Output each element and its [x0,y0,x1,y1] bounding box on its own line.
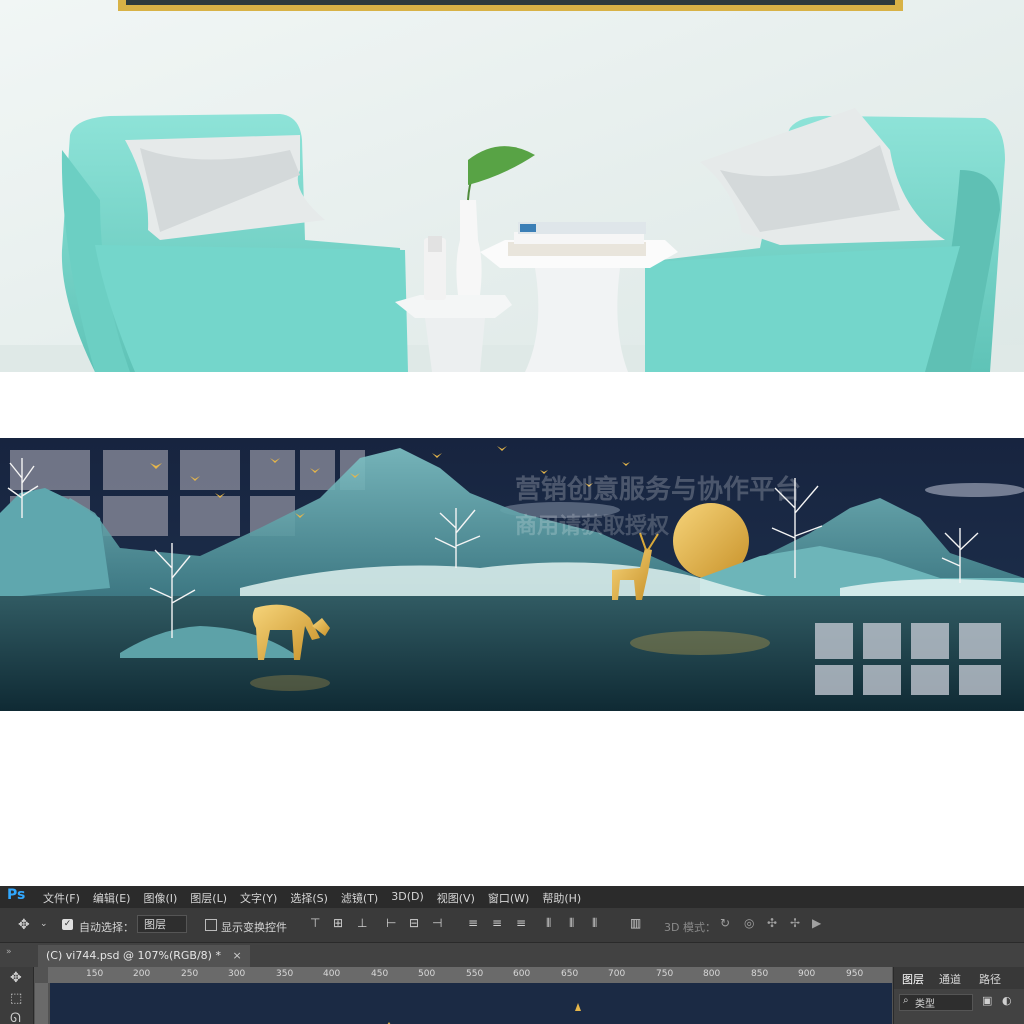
document-tab-bar: » (C) vi744.psd @ 107%(RGB/8) * × [0,943,1024,967]
distribute-right-icon[interactable]: ⦀ [592,916,597,931]
show-transform-label: 显示变换控件 [221,921,287,934]
roll-3d-icon[interactable]: ◎ [744,916,754,930]
menu-type[interactable]: 文字(Y) [240,890,277,906]
orbit-3d-icon[interactable]: ↻ [720,916,730,930]
room-scene-svg [0,0,1024,372]
camera-3d-icon[interactable]: ▶ [812,916,821,930]
slide-3d-icon[interactable]: ✢ [790,916,800,930]
menu-window[interactable]: 窗口(W) [488,890,529,906]
auto-select-checkbox[interactable]: ✓ [62,919,73,930]
menu-view[interactable]: 视图(V) [437,890,475,906]
options-bar: ✥ ⌄ ✓ 自动选择： 图层 显示变换控件 ⊤ ⊞ ⊥ ⊢ ⊟ ⊣ ≡ ≡ ≡ … [0,908,1024,943]
drag-3d-icon[interactable]: ✣ [767,916,777,930]
distribute-center-icon[interactable]: ⦀ [569,916,574,931]
watermark-line-2: 商用请获取授权 [515,513,670,539]
tab-layers[interactable]: 图层 [902,971,924,987]
ruler-tick: 300 [228,969,246,979]
align-left-icon[interactable]: ⊢ [386,916,396,930]
menu-bar: Ps 文件(F) 编辑(E) 图像(I) 图层(L) 文字(Y) 选择(S) 滤… [0,886,1024,908]
vertical-ruler [35,983,48,1024]
landscape-painting: 营销创意服务与协作平台 商用请获取授权 [0,438,1024,711]
align-top-icon[interactable]: ⊤ [310,916,320,930]
ruler-tick: 350 [276,969,294,979]
adjustment-filter-icon[interactable]: ◐ [1002,994,1012,1007]
room-mockup-photo [0,0,1024,372]
ruler-tick: 850 [751,969,769,979]
move-tool-icon[interactable]: ✥ [10,970,22,986]
collapse-icon[interactable]: » [6,947,12,957]
marquee-icon[interactable]: ⬚ [10,991,22,1006]
menu-image[interactable]: 图像(I) [143,890,177,906]
ruler-tick: 800 [703,969,721,979]
ruler-tick: 650 [561,969,579,979]
mode-3d-label: 3D 模式： [664,921,716,934]
close-icon[interactable]: × [232,949,241,962]
ruler-tick: 950 [846,969,864,979]
layer-filter-dropdown[interactable]: ⌕ 类型 [899,994,973,1011]
document-tab[interactable]: (C) vi744.psd @ 107%(RGB/8) * × [38,945,250,967]
document-canvas[interactable] [50,983,892,1024]
menu-help[interactable]: 帮助(H) [542,890,581,906]
align-middle-icon[interactable]: ⊞ [333,916,343,930]
chevron-down-icon[interactable]: ⌄ [40,919,48,929]
ruler-tick: 600 [513,969,531,979]
menu-edit[interactable]: 编辑(E) [93,890,131,906]
distribute-left-icon[interactable]: ⦀ [546,916,551,931]
photoshop-window: Ps 文件(F) 编辑(E) 图像(I) 图层(L) 文字(Y) 选择(S) 滤… [0,886,1024,1024]
ruler-tick: 250 [181,969,199,979]
align-center-icon[interactable]: ⊟ [409,916,419,930]
ruler-tick: 150 [86,969,104,979]
watermark-line-1: 营销创意服务与协作平台 [515,474,801,505]
ruler-tick: 550 [466,969,484,979]
painting-svg: 营销创意服务与协作平台 商用请获取授权 [0,438,1024,711]
ruler-tick: 200 [133,969,151,979]
distribute-middle-icon[interactable]: ≡ [492,916,502,930]
search-icon: ⌕ [903,995,909,1006]
menu-select[interactable]: 选择(S) [290,890,328,906]
ruler-tick: 700 [608,969,626,979]
menu-layer[interactable]: 图层(L) [190,890,227,906]
layer-select-value: 图层 [144,918,166,931]
tools-panel: ✥ ⬚ ᘏ [0,967,34,1024]
auto-select-label: 自动选择： [79,921,134,934]
distribute-bottom-icon[interactable]: ≡ [516,916,526,930]
show-transform-checkbox[interactable] [205,919,217,931]
layer-select-dropdown[interactable]: 图层 [137,915,187,933]
ruler-tick: 400 [323,969,341,979]
menu-items: 文件(F) 编辑(E) 图像(I) 图层(L) 文字(Y) 选择(S) 滤镜(T… [43,890,594,906]
tab-channels[interactable]: 通道 [939,971,961,987]
horizontal-ruler: 150 200 250 300 350 400 450 500 550 600 … [48,967,892,983]
ruler-tick: 750 [656,969,674,979]
align-right-icon[interactable]: ⊣ [432,916,442,930]
ruler-tick: 500 [418,969,436,979]
ruler-tick: 450 [371,969,389,979]
lasso-icon[interactable]: ᘏ [10,1011,21,1024]
canvas-preview [387,1003,581,1024]
layer-filter-value: 类型 [915,999,935,1010]
tab-paths[interactable]: 路径 [979,971,1001,987]
distribute-top-icon[interactable]: ≡ [468,916,478,930]
auto-align-icon[interactable]: ▥ [630,916,641,930]
menu-3d[interactable]: 3D(D) [391,890,424,906]
align-bottom-icon[interactable]: ⊥ [357,916,367,930]
photoshop-logo: Ps [7,887,26,903]
pixel-filter-icon[interactable]: ▣ [982,994,992,1007]
layers-panel: 图层 通道 路径 ⌕ 类型 ▣ ◐ [893,967,1024,1024]
menu-filter[interactable]: 滤镜(T) [341,890,378,906]
move-icon[interactable]: ✥ [18,917,30,933]
document-tab-title: (C) vi744.psd @ 107%(RGB/8) * [46,949,221,962]
menu-file[interactable]: 文件(F) [43,890,80,906]
ruler-tick: 900 [798,969,816,979]
